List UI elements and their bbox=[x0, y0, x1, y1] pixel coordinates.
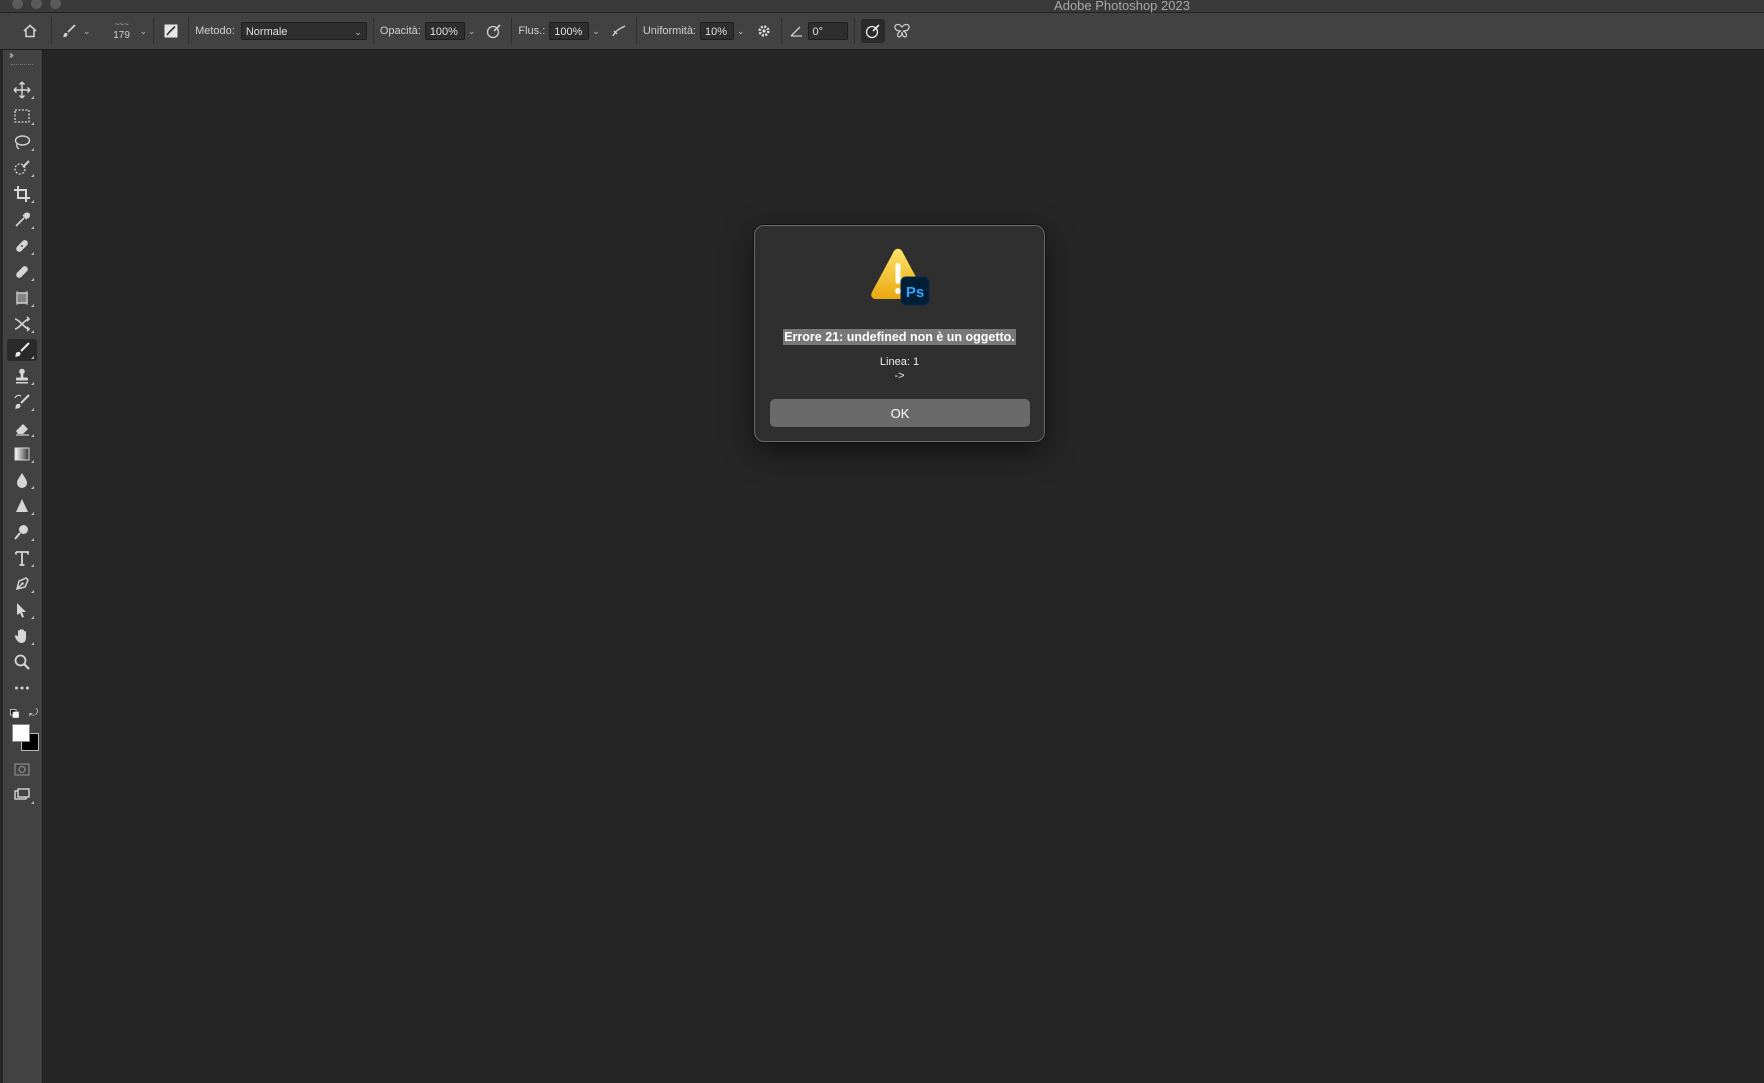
error-title: Errore 21: undefined non è un oggetto. bbox=[783, 329, 1016, 345]
foreground-color-swatch[interactable] bbox=[12, 724, 30, 742]
title-bar: Adobe Photoshop 2023 bbox=[0, 0, 1764, 13]
method-label: Metodo: bbox=[195, 25, 235, 37]
opacity-label: Opacità: bbox=[379, 25, 421, 37]
sharpen-tool[interactable] bbox=[7, 495, 37, 517]
color-swatches: ⤾ bbox=[8, 707, 40, 753]
warning-photoshop-icon: Ps bbox=[871, 248, 930, 306]
rectangular-marquee-tool[interactable] bbox=[7, 105, 37, 127]
gear-icon[interactable] bbox=[753, 20, 775, 42]
healing-brush-tool[interactable] bbox=[7, 261, 37, 283]
chevron-down-icon[interactable]: ⌄ bbox=[737, 26, 745, 37]
gradient-tool[interactable] bbox=[7, 443, 37, 465]
flow-label: Flus.: bbox=[518, 25, 546, 37]
blend-mode-select[interactable]: Normale ⌄ bbox=[240, 22, 367, 40]
error-dialog: Ps Errore 21: undefined non è un oggetto… bbox=[754, 225, 1045, 442]
screen-mode-icon[interactable] bbox=[7, 784, 37, 806]
crop-tool[interactable] bbox=[7, 183, 37, 205]
eyedropper-tool[interactable] bbox=[7, 209, 37, 231]
chevron-down-icon[interactable]: ⌄ bbox=[83, 26, 91, 37]
hand-tool[interactable] bbox=[7, 625, 37, 647]
flow-field[interactable]: 100% bbox=[549, 22, 590, 40]
type-tool[interactable] bbox=[7, 547, 37, 569]
swap-colors-icon[interactable]: ⤾ bbox=[29, 707, 38, 720]
pressure-opacity-icon[interactable] bbox=[483, 20, 505, 42]
chevron-down-icon[interactable]: ⌄ bbox=[592, 26, 600, 37]
quick-mask-icon[interactable] bbox=[7, 758, 37, 780]
expand-panel-icon[interactable]: ›› bbox=[9, 50, 13, 61]
svg-text:Ps: Ps bbox=[906, 284, 924, 301]
tools-panel: ›› ⤾ bbox=[3, 50, 43, 1083]
error-line-number: Linea: 1 bbox=[879, 356, 920, 368]
angle-icon bbox=[788, 20, 804, 42]
panel-grip[interactable] bbox=[11, 64, 33, 67]
window-title: Adobe Photoshop 2023 bbox=[1054, 0, 1190, 13]
options-bar: ⌄ ~~~ 179 ⌄ Metodo: Normale ⌄ Opacità: 1… bbox=[0, 13, 1764, 50]
brush-size-picker[interactable]: ~~~ 179 bbox=[107, 20, 137, 42]
lasso-tool[interactable] bbox=[7, 131, 37, 153]
blend-mode-value: Normale bbox=[245, 26, 288, 38]
smoothing-label: Uniformità: bbox=[642, 25, 696, 37]
brush-preset-icon[interactable] bbox=[58, 20, 80, 42]
airbrush-icon[interactable] bbox=[608, 20, 630, 42]
eraser-tool[interactable] bbox=[7, 417, 37, 439]
dodge-tool[interactable] bbox=[7, 521, 37, 543]
clone-stamp-tool[interactable] bbox=[7, 365, 37, 387]
brush-size-value: 179 bbox=[113, 30, 130, 41]
more-tools-icon[interactable] bbox=[7, 677, 37, 699]
chevron-down-icon[interactable]: ⌄ bbox=[468, 26, 476, 37]
smoothing-field[interactable]: 10% bbox=[700, 22, 734, 40]
error-pointer: -> bbox=[894, 370, 905, 382]
pen-tool[interactable] bbox=[7, 573, 37, 595]
default-colors-icon[interactable] bbox=[10, 709, 19, 718]
brush-tool[interactable] bbox=[7, 339, 37, 361]
opacity-field[interactable]: 100% bbox=[424, 22, 465, 40]
quick-selection-tool[interactable] bbox=[7, 157, 37, 179]
brush-settings-panel-icon[interactable] bbox=[160, 20, 182, 42]
zoom-tool[interactable] bbox=[7, 651, 37, 673]
pressure-size-icon[interactable] bbox=[860, 19, 885, 43]
move-tool[interactable] bbox=[7, 79, 37, 101]
path-selection-tool[interactable] bbox=[7, 599, 37, 621]
history-brush-tool[interactable] bbox=[7, 391, 37, 413]
angle-field[interactable]: 0° bbox=[807, 22, 848, 40]
home-icon[interactable] bbox=[19, 20, 41, 42]
brush-stroke-preview-icon: ~~~ bbox=[114, 20, 129, 29]
blur-tool[interactable] bbox=[7, 469, 37, 491]
content-aware-move-tool[interactable] bbox=[7, 313, 37, 335]
ok-button[interactable]: OK bbox=[770, 399, 1030, 427]
chevron-down-icon: ⌄ bbox=[354, 27, 362, 37]
spot-healing-tool[interactable] bbox=[7, 235, 37, 257]
chevron-down-icon[interactable]: ⌄ bbox=[140, 26, 148, 37]
frame-tool[interactable] bbox=[7, 287, 37, 309]
symmetry-butterfly-icon[interactable] bbox=[891, 20, 913, 42]
